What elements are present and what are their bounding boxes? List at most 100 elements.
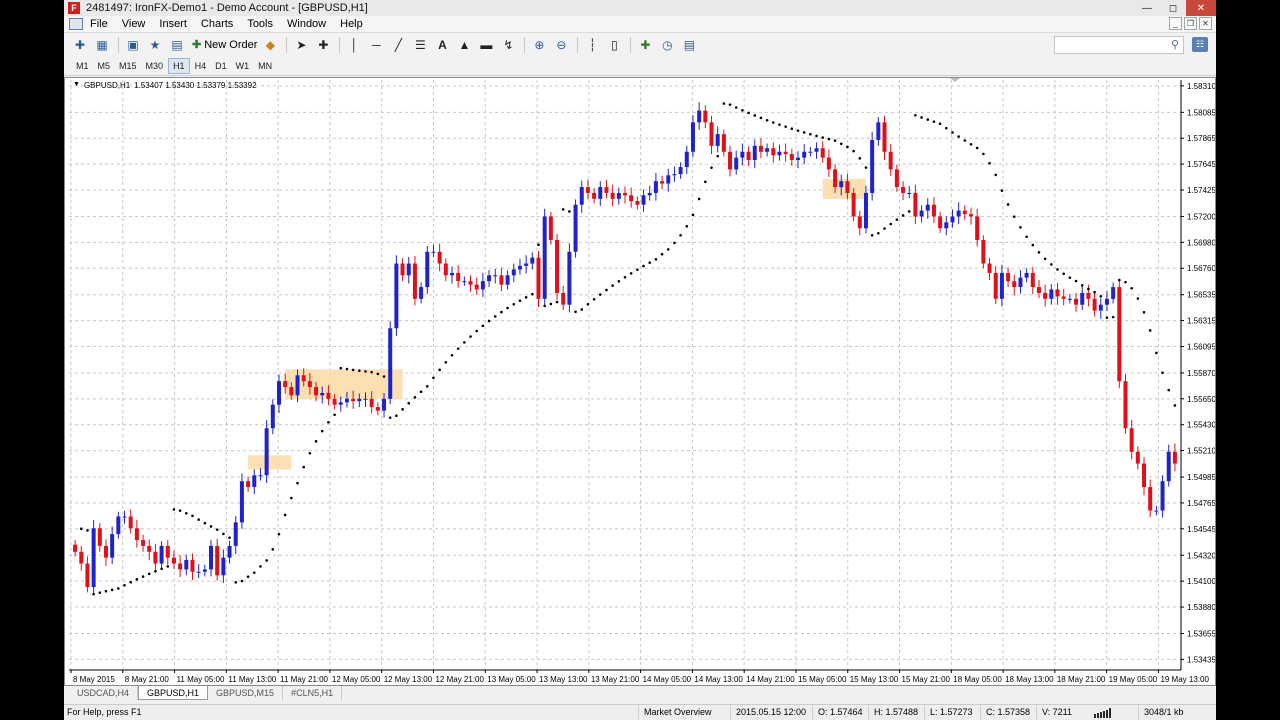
candle-bullish [944, 222, 949, 229]
timeframe-w1[interactable]: W1 [232, 59, 254, 73]
candle-chart-icon[interactable]: ▯ [604, 36, 624, 54]
y-axis-tick-label: 1.57200 [1187, 212, 1215, 221]
chart-window[interactable]: 1.58310 1.58085 1.57865 1.57645 1.57425 1.572… [64, 77, 1216, 686]
candle-bullish [159, 545, 164, 564]
timeframe-h4[interactable]: H4 [191, 59, 211, 73]
community-icon[interactable]: ☷ [1192, 37, 1208, 52]
tab-gbpusd-h1[interactable]: GBPUSD,H1 [138, 686, 209, 700]
sar-dot [333, 413, 336, 417]
sar-dot [543, 304, 546, 308]
x-axis-tick-label: 14 May 21:00 [746, 675, 795, 684]
tab-cln5-h1[interactable]: #CLN5,H1 [283, 686, 343, 700]
x-axis-tick-label: 12 May 13:00 [384, 675, 433, 684]
profiles-icon[interactable]: ▦ [92, 36, 112, 54]
periods-icon[interactable]: ◷ [657, 36, 677, 54]
x-axis-tick-label: 18 May 13:00 [1005, 675, 1054, 684]
zoom-out-icon[interactable]: ⊖ [551, 36, 571, 54]
sar-dot [246, 575, 250, 579]
timeframe-m1[interactable]: M1 [72, 59, 93, 73]
auto-trading-icon[interactable]: ◆ [260, 36, 280, 54]
close-button[interactable]: ✕ [1186, 0, 1216, 16]
fibonacci-icon[interactable]: ☰ [410, 36, 430, 54]
menu-tools[interactable]: Tools [240, 18, 280, 30]
menu-help[interactable]: Help [333, 18, 370, 30]
horizontal-line-icon[interactable]: ─ [366, 36, 386, 54]
sar-dot [1037, 251, 1041, 254]
navigator-icon[interactable]: ★ [145, 36, 165, 54]
timeframe-d1[interactable]: D1 [211, 59, 231, 73]
timeframes-toolbar: M1 M5 M15 M30 H1 H4 D1 W1 MN [64, 56, 1216, 76]
candle-bullish [1154, 510, 1159, 512]
candle-bearish [888, 151, 893, 170]
candle-bullish [579, 187, 584, 205]
chart-header: ▼ GBPUSD,H1 1.53407 1.53430 1.53379 1.53… [73, 81, 257, 90]
terminal-icon[interactable]: ▤ [167, 36, 187, 54]
menu-window[interactable]: Window [280, 18, 333, 30]
bar-chart-icon[interactable]: ┆ [582, 36, 602, 54]
candle-bearish [993, 272, 998, 299]
candle-bullish [802, 151, 807, 158]
chart-close-button[interactable]: ✕ [1199, 17, 1212, 30]
templates-icon[interactable]: ▤ [679, 36, 699, 54]
sar-dot [487, 319, 491, 323]
menu-file[interactable]: File [83, 18, 115, 30]
candle-bullish [598, 187, 603, 199]
sar-dot [98, 591, 102, 594]
sar-dot [419, 390, 423, 394]
label-icon[interactable]: ▲ [454, 36, 474, 54]
new-chart-icon[interactable]: ✚ [70, 36, 90, 54]
crosshair-icon[interactable]: ✚ [313, 36, 333, 54]
sar-dot [778, 123, 781, 126]
maximize-button[interactable]: ◻ [1160, 0, 1186, 16]
candle-bullish [295, 375, 300, 396]
sar-dot [920, 116, 923, 119]
chart-minimize-button[interactable]: _ [1169, 17, 1182, 30]
search-icon[interactable]: ⚲ [1171, 38, 1179, 51]
arrows-icon[interactable]: ↯ [498, 36, 518, 54]
timeframe-m30[interactable]: M30 [142, 59, 168, 73]
candle-bullish [487, 275, 492, 282]
candle-bearish [981, 240, 986, 264]
zoom-in-icon[interactable]: ⊕ [529, 36, 549, 54]
timeframe-m5[interactable]: M5 [94, 59, 115, 73]
search-input[interactable]: ⚲ [1054, 36, 1184, 54]
timeframe-m15[interactable]: M15 [115, 59, 141, 73]
candle-bullish [449, 272, 454, 276]
sar-dot [518, 299, 522, 302]
sar-dot [994, 173, 998, 177]
text-icon[interactable]: A [432, 36, 452, 54]
new-order-button[interactable]: ✚ New Order [189, 36, 260, 54]
tab-gbpusd-m15[interactable]: GBPUSD,M15 [208, 686, 284, 700]
trendline-icon[interactable]: ╱ [388, 36, 408, 54]
market-watch-icon[interactable]: ▣ [123, 36, 143, 54]
timeframe-mn[interactable]: MN [254, 59, 276, 73]
y-axis-tick-label: 1.54985 [1187, 473, 1215, 482]
sar-dot [833, 139, 837, 142]
candle-bullish [1080, 292, 1085, 305]
sar-dot [574, 310, 577, 314]
indicators-icon[interactable]: ✚ [635, 36, 655, 54]
status-profile[interactable]: Market Overview [638, 705, 712, 720]
price-chart[interactable]: 1.58310 1.58085 1.57865 1.57645 1.57425 1.572… [65, 78, 1215, 685]
menu-view[interactable]: View [115, 18, 153, 30]
sar-dot [296, 481, 299, 485]
candle-bearish [103, 545, 108, 558]
candle-bullish [715, 134, 720, 146]
sar-dot [92, 592, 95, 596]
minimize-button[interactable]: — [1134, 0, 1160, 16]
vertical-line-icon[interactable]: │ [344, 36, 364, 54]
rectangle-icon[interactable]: ▬ [476, 36, 496, 54]
chart-restore-button[interactable]: ❐ [1184, 17, 1197, 30]
menu-charts[interactable]: Charts [194, 18, 240, 30]
candle-bearish [85, 563, 90, 588]
tab-usdcad-h4[interactable]: USDCAD,H4 [69, 686, 139, 700]
timeframe-h1[interactable]: H1 [168, 57, 190, 74]
candle-bearish [962, 210, 967, 215]
cursor-icon[interactable]: ➤ [291, 36, 311, 54]
sar-dot [809, 132, 812, 136]
y-axis-tick-label: 1.53880 [1187, 603, 1215, 612]
chart-system-menu-icon[interactable] [69, 18, 83, 30]
candle-bearish [592, 192, 597, 199]
menu-insert[interactable]: Insert [152, 18, 194, 30]
sar-dot [1167, 388, 1171, 392]
